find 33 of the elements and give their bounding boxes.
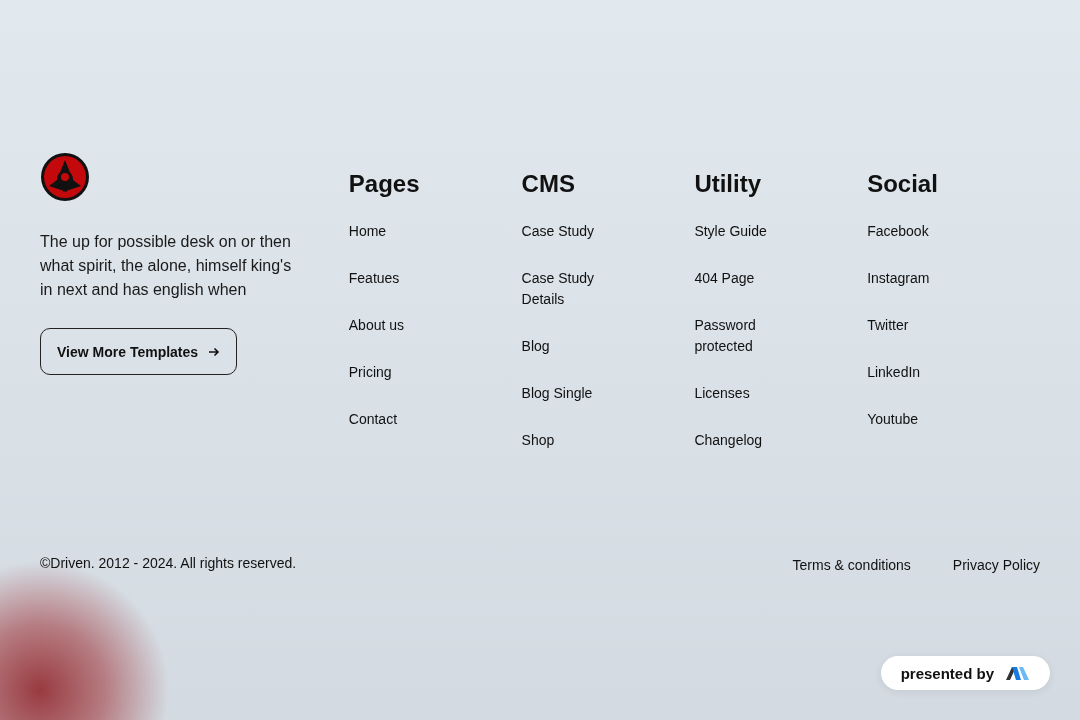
footer-link[interactable]: Home	[348, 221, 467, 242]
column-heading: Utility	[694, 170, 763, 198]
view-templates-button[interactable]: View More Templates	[40, 328, 238, 375]
footer-link[interactable]: Licenses	[694, 383, 813, 404]
footer-link[interactable]: 404 Page	[694, 268, 813, 289]
footer-link[interactable]: About us	[348, 315, 467, 336]
footer-link[interactable]: Changelog	[694, 430, 813, 451]
footer-link[interactable]: Facebook	[867, 221, 986, 242]
footer-link[interactable]: Case Study Details	[521, 268, 640, 310]
footer-link[interactable]: Blog	[521, 336, 640, 357]
presented-by-badge[interactable]: presented by	[880, 656, 1050, 690]
copyright-text: ©Driven. 2012 - 2024. All rights reserved.	[40, 555, 297, 573]
footer-link[interactable]: Instagram	[867, 268, 986, 289]
column-heading: CMS	[521, 170, 576, 198]
footer-link[interactable]: Shop	[521, 430, 640, 451]
arrow-right-icon	[208, 345, 221, 358]
logo-icon	[40, 152, 90, 202]
footer-link[interactable]: Twitter	[867, 315, 986, 336]
footer-link[interactable]: Case Study	[521, 221, 640, 242]
column-heading: Social	[867, 170, 939, 198]
brand-description: The up for possible desk on or then what spirit, the alone, himself king's in next and has english when	[40, 232, 293, 300]
legal-link[interactable]: Privacy Policy	[952, 555, 1040, 576]
column-heading: Pages	[348, 170, 421, 198]
footer-link[interactable]: Password protected	[694, 315, 813, 357]
footer-link[interactable]: Blog Single	[521, 383, 640, 404]
m-logo-icon	[1004, 664, 1030, 682]
footer-link[interactable]: Pricing	[348, 362, 467, 383]
footer-link[interactable]: Contact	[348, 409, 467, 430]
footer-link[interactable]: Youtube	[867, 409, 986, 430]
footer-link[interactable]: Style Guide	[694, 221, 813, 242]
footer-link[interactable]: Featues	[348, 268, 467, 289]
legal-link[interactable]: Terms & conditions	[792, 555, 911, 576]
footer-link[interactable]: LinkedIn	[867, 362, 986, 383]
